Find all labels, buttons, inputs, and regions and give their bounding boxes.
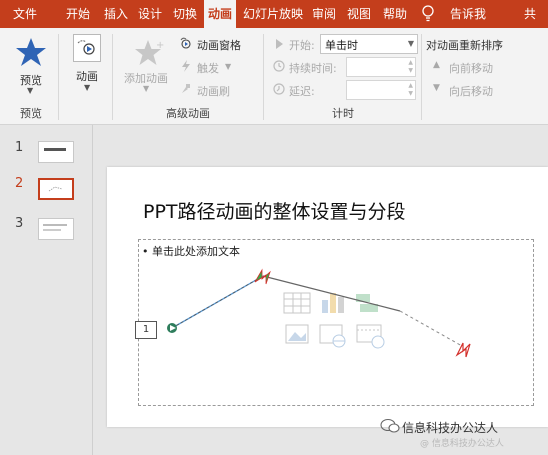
path-vertex-marker-icon (254, 268, 271, 285)
animation-order-tag[interactable]: 1 (135, 321, 157, 339)
watermark-text: 信息科技办公达人 (402, 421, 499, 435)
watermark-subtext: @ 信息科技办公达人 (420, 439, 504, 449)
insert-table-icon (283, 292, 311, 314)
insert-online-picture-icon (319, 324, 346, 348)
insert-video-icon (356, 324, 385, 349)
motion-path-overlay (167, 268, 471, 358)
wechat-icon (380, 418, 400, 433)
path-end-point-icon (455, 342, 471, 358)
motion-path-segment-3 (399, 310, 463, 347)
insert-picture-icon (285, 324, 309, 344)
